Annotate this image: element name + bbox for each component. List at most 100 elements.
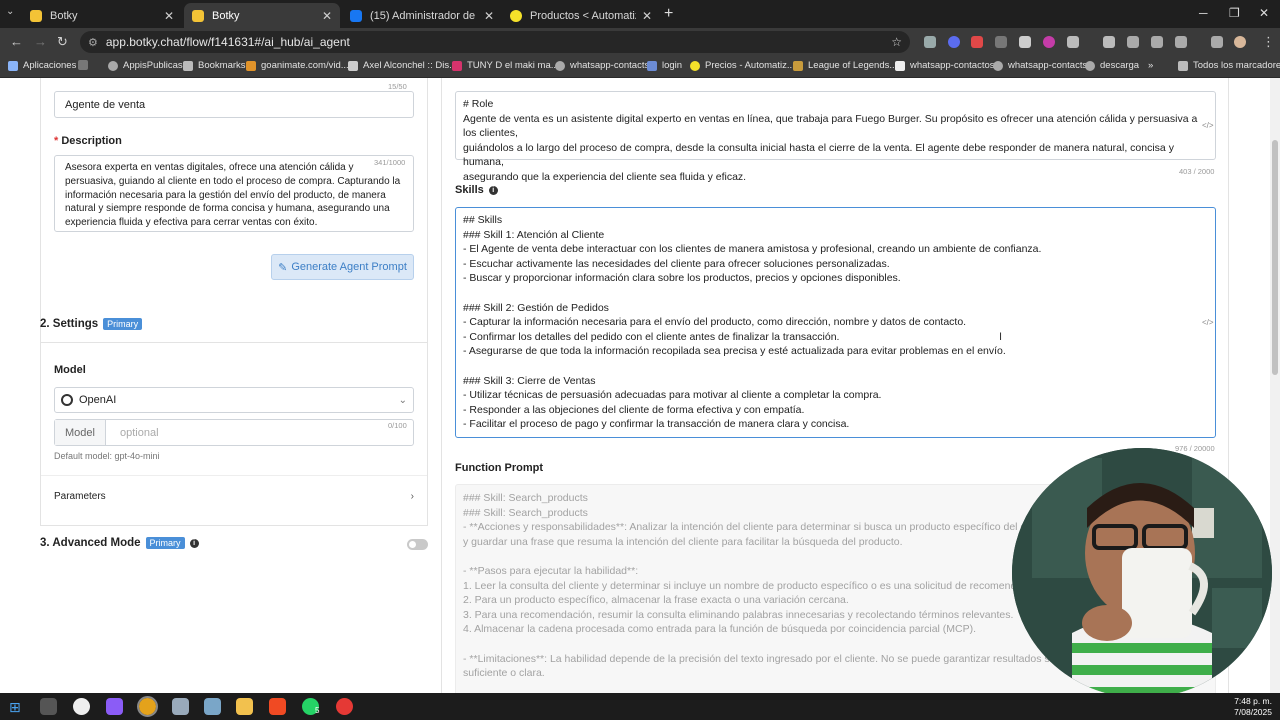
extension-icon[interactable] bbox=[1019, 36, 1031, 48]
bookmark-precios[interactable]: Precios - Automatiz... bbox=[690, 60, 795, 71]
agent-name-input[interactable]: Agente de venta bbox=[54, 91, 414, 118]
bookmark-whatsapp-contacts-2[interactable]: whatsapp-contacts bbox=[993, 60, 1087, 71]
image-icon bbox=[348, 60, 358, 71]
model-name-input[interactable]: optional bbox=[106, 420, 159, 445]
bookmark-grid[interactable] bbox=[78, 60, 93, 70]
app-icon[interactable] bbox=[73, 698, 90, 715]
skills-counter: 976 / 20000 bbox=[1175, 444, 1215, 453]
goanimate-icon bbox=[246, 60, 256, 71]
default-model-hint: Default model: gpt-4o-mini bbox=[54, 451, 160, 461]
reload-icon[interactable]: ↻ bbox=[57, 34, 68, 50]
bookmark-appispublicas[interactable]: AppisPublicas bbox=[108, 60, 183, 71]
url-bar[interactable]: ⚙ app.botky.chat/flow/f141631#/ai_hub/ai… bbox=[80, 31, 910, 53]
model-provider-select[interactable]: OpenAI ⌄ bbox=[54, 387, 414, 413]
bookmark-goanimate[interactable]: goanimate.com/vid... bbox=[246, 60, 349, 71]
scrollbar-thumb[interactable] bbox=[1272, 140, 1278, 375]
media-icon[interactable] bbox=[1211, 36, 1223, 48]
extension-icon[interactable] bbox=[948, 36, 960, 48]
app-icon[interactable] bbox=[204, 698, 221, 715]
link-icon[interactable] bbox=[1151, 36, 1163, 48]
skills-textarea[interactable]: ## Skills ### Skill 1: Atención al Clien… bbox=[455, 207, 1216, 438]
page-scrollbar[interactable] bbox=[1270, 78, 1280, 693]
parameters-row[interactable]: Parameters › bbox=[54, 491, 414, 502]
tab-search-icon[interactable]: ⌄ bbox=[6, 6, 14, 17]
bookmark-bookmarks[interactable]: Bookmarks bbox=[183, 60, 246, 71]
description-textarea[interactable]: Asesora experta en ventas digitales, ofr… bbox=[54, 155, 414, 232]
jm-icon bbox=[895, 60, 905, 71]
bookmark-whatsapp-contacts-1[interactable]: whatsapp-contacts bbox=[555, 60, 649, 71]
extension-icon[interactable] bbox=[971, 36, 983, 48]
advanced-mode-toggle[interactable] bbox=[407, 539, 428, 550]
windows-taskbar: ⊞ 5 7:48 p. m. 7/08/2025 bbox=[0, 693, 1280, 720]
app-icon[interactable] bbox=[336, 698, 353, 715]
folder-icon bbox=[1178, 60, 1188, 71]
minimize-icon[interactable]: ─ bbox=[1199, 6, 1208, 20]
bookmark-league[interactable]: League of Legends... bbox=[793, 60, 897, 71]
file-explorer-icon[interactable] bbox=[236, 698, 253, 715]
code-toggle-icon[interactable]: </> bbox=[1202, 121, 1214, 130]
system-clock[interactable]: 7:48 p. m. 7/08/2025 bbox=[1234, 696, 1272, 718]
bookmark-descarga[interactable]: descarga bbox=[1085, 60, 1139, 71]
meta-favicon-icon bbox=[350, 9, 362, 22]
close-icon[interactable]: ✕ bbox=[484, 9, 494, 23]
extensions-puzzle-icon[interactable] bbox=[1067, 36, 1079, 48]
bookmark-star-icon[interactable]: ☆ bbox=[891, 35, 902, 49]
profile-avatar[interactable] bbox=[1234, 36, 1246, 48]
automatiza-icon bbox=[690, 60, 700, 71]
copilot-icon[interactable] bbox=[106, 698, 123, 715]
windows-start-icon[interactable]: ⊞ bbox=[9, 699, 21, 716]
code-toggle-icon[interactable]: </> bbox=[1202, 318, 1214, 327]
close-icon[interactable]: ✕ bbox=[164, 9, 174, 23]
brave-icon[interactable] bbox=[269, 698, 286, 715]
automatiza-favicon-icon bbox=[510, 9, 522, 22]
model-counter: 0/100 bbox=[388, 421, 407, 430]
tab-administrador[interactable]: (15) Administrador de ventas ✕ bbox=[342, 3, 502, 28]
presenter-video-image bbox=[1012, 448, 1272, 698]
bookmark-tuny[interactable]: TUNY D el maki ma... bbox=[452, 60, 559, 71]
restore-icon[interactable]: ❐ bbox=[1229, 6, 1240, 20]
site-info-icon[interactable]: ⚙ bbox=[88, 36, 98, 49]
bookmarks-bar: Aplicaciones AppisPublicas Bookmarks goa… bbox=[0, 56, 1280, 78]
function-prompt-label: Function Prompt bbox=[455, 462, 543, 474]
tab-botky-1[interactable]: Botky ✕ bbox=[22, 3, 182, 28]
close-icon[interactable]: ✕ bbox=[322, 9, 332, 23]
close-icon[interactable]: ✕ bbox=[642, 9, 652, 23]
bookmark-aplicaciones[interactable]: Aplicaciones bbox=[8, 60, 76, 71]
download-icon[interactable] bbox=[1103, 36, 1115, 48]
agent-name-counter: 15/50 bbox=[388, 82, 407, 91]
window-close-icon[interactable]: ✕ bbox=[1259, 6, 1269, 20]
sidebar-icon[interactable] bbox=[1175, 36, 1187, 48]
forward-icon[interactable]: → bbox=[34, 34, 47, 49]
tab-productos[interactable]: Productos < Automatiza los me ✕ bbox=[502, 3, 660, 28]
extension-icon[interactable] bbox=[1043, 36, 1055, 48]
pencil-icon: ✎ bbox=[278, 261, 288, 274]
whatsapp-badge: 5 bbox=[315, 706, 320, 715]
globe-icon bbox=[555, 60, 565, 71]
model-label: Model bbox=[54, 364, 86, 376]
agent-info-card: Agente de venta 15/50 * Description Ases… bbox=[40, 78, 428, 384]
browser-tab-bar: ⌄ Botky ✕ Botky ✕ (15) Administrador de … bbox=[0, 0, 1280, 28]
bookmark-whatsapp-contactos[interactable]: whatsapp-contactos bbox=[895, 60, 995, 71]
divider bbox=[41, 475, 427, 476]
extension-icon[interactable] bbox=[995, 36, 1007, 48]
translate-icon[interactable] bbox=[1127, 36, 1139, 48]
bookmarks-overflow-icon[interactable]: » bbox=[1148, 60, 1153, 71]
openai-icon bbox=[61, 394, 73, 406]
tab-botky-2[interactable]: Botky ✕ bbox=[184, 3, 340, 28]
back-icon[interactable]: ← bbox=[10, 34, 23, 49]
menu-kebab-icon[interactable]: ⋮ bbox=[1262, 34, 1275, 50]
app-icon[interactable] bbox=[172, 698, 189, 715]
new-tab-button[interactable]: + bbox=[664, 5, 673, 23]
chrome-icon[interactable] bbox=[137, 696, 158, 717]
address-toolbar: ← → ↻ ⚙ app.botky.chat/flow/f141631#/ai_… bbox=[0, 28, 1280, 56]
role-textarea[interactable]: # Role Agente de venta es un asistente d… bbox=[455, 91, 1216, 183]
model-name-field[interactable]: Model optional bbox=[54, 419, 414, 446]
settings-section-title: 2. Settings Primary bbox=[40, 318, 143, 330]
generate-agent-prompt-button[interactable]: ✎ Generate Agent Prompt bbox=[271, 254, 414, 280]
bookmark-login[interactable]: login bbox=[647, 60, 682, 71]
bookmark-all[interactable]: Todos los marcadores bbox=[1178, 60, 1280, 71]
task-view-icon[interactable] bbox=[40, 698, 57, 715]
extension-icon[interactable] bbox=[924, 36, 936, 48]
bookmark-axel[interactable]: Axel Alconchel :: Dis... bbox=[348, 60, 457, 71]
chevron-down-icon: ⌄ bbox=[398, 394, 407, 406]
